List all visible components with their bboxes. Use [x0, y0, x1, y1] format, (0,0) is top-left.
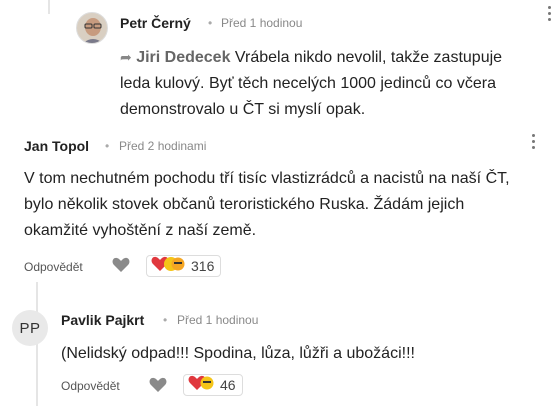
- separator-dot: •: [163, 313, 168, 327]
- heart-icon[interactable]: [112, 257, 130, 278]
- reply-to-user[interactable]: Jiri Dedecek: [136, 49, 230, 66]
- reply-button[interactable]: Odpovědět: [61, 379, 120, 393]
- comment-text: ➦ Jiri Dedecek Vrábela nikdo nevolil, ta…: [120, 49, 503, 118]
- comment-time: Před 2 hodinami: [119, 139, 207, 153]
- comment-time: Před 1 hodinou: [177, 313, 259, 327]
- reply-button[interactable]: Odpovědět: [24, 260, 83, 274]
- heart-icon[interactable]: [149, 377, 167, 398]
- reactions-icon: [188, 375, 214, 396]
- avatar[interactable]: PP: [12, 310, 48, 346]
- reaction-count: 316: [191, 258, 215, 274]
- thread-line: [48, 0, 50, 14]
- reactions-icon: [151, 256, 185, 277]
- separator-dot: •: [208, 16, 213, 30]
- comment-author[interactable]: Jan Topol: [24, 138, 89, 154]
- comment-author[interactable]: Pavlik Pajkrt: [61, 312, 144, 328]
- separator-dot: •: [105, 139, 110, 153]
- reactions-button[interactable]: 316: [146, 255, 222, 277]
- comment-text: V tom nechutném pochodu tří tisíc vlasti…: [24, 170, 510, 239]
- reaction-count: 46: [220, 377, 236, 393]
- reply-arrow-icon: ➦: [120, 49, 132, 65]
- comment-author[interactable]: Petr Černý: [120, 15, 191, 31]
- more-options-icon[interactable]: [532, 134, 536, 152]
- reactions-button[interactable]: 46: [183, 374, 243, 396]
- comment-time: Před 1 hodinou: [221, 16, 303, 30]
- comment-text: (Nelidský odpad!!! Spodina, lůza, lůžři …: [61, 345, 415, 362]
- more-options-icon[interactable]: [548, 6, 552, 24]
- avatar[interactable]: [76, 12, 108, 44]
